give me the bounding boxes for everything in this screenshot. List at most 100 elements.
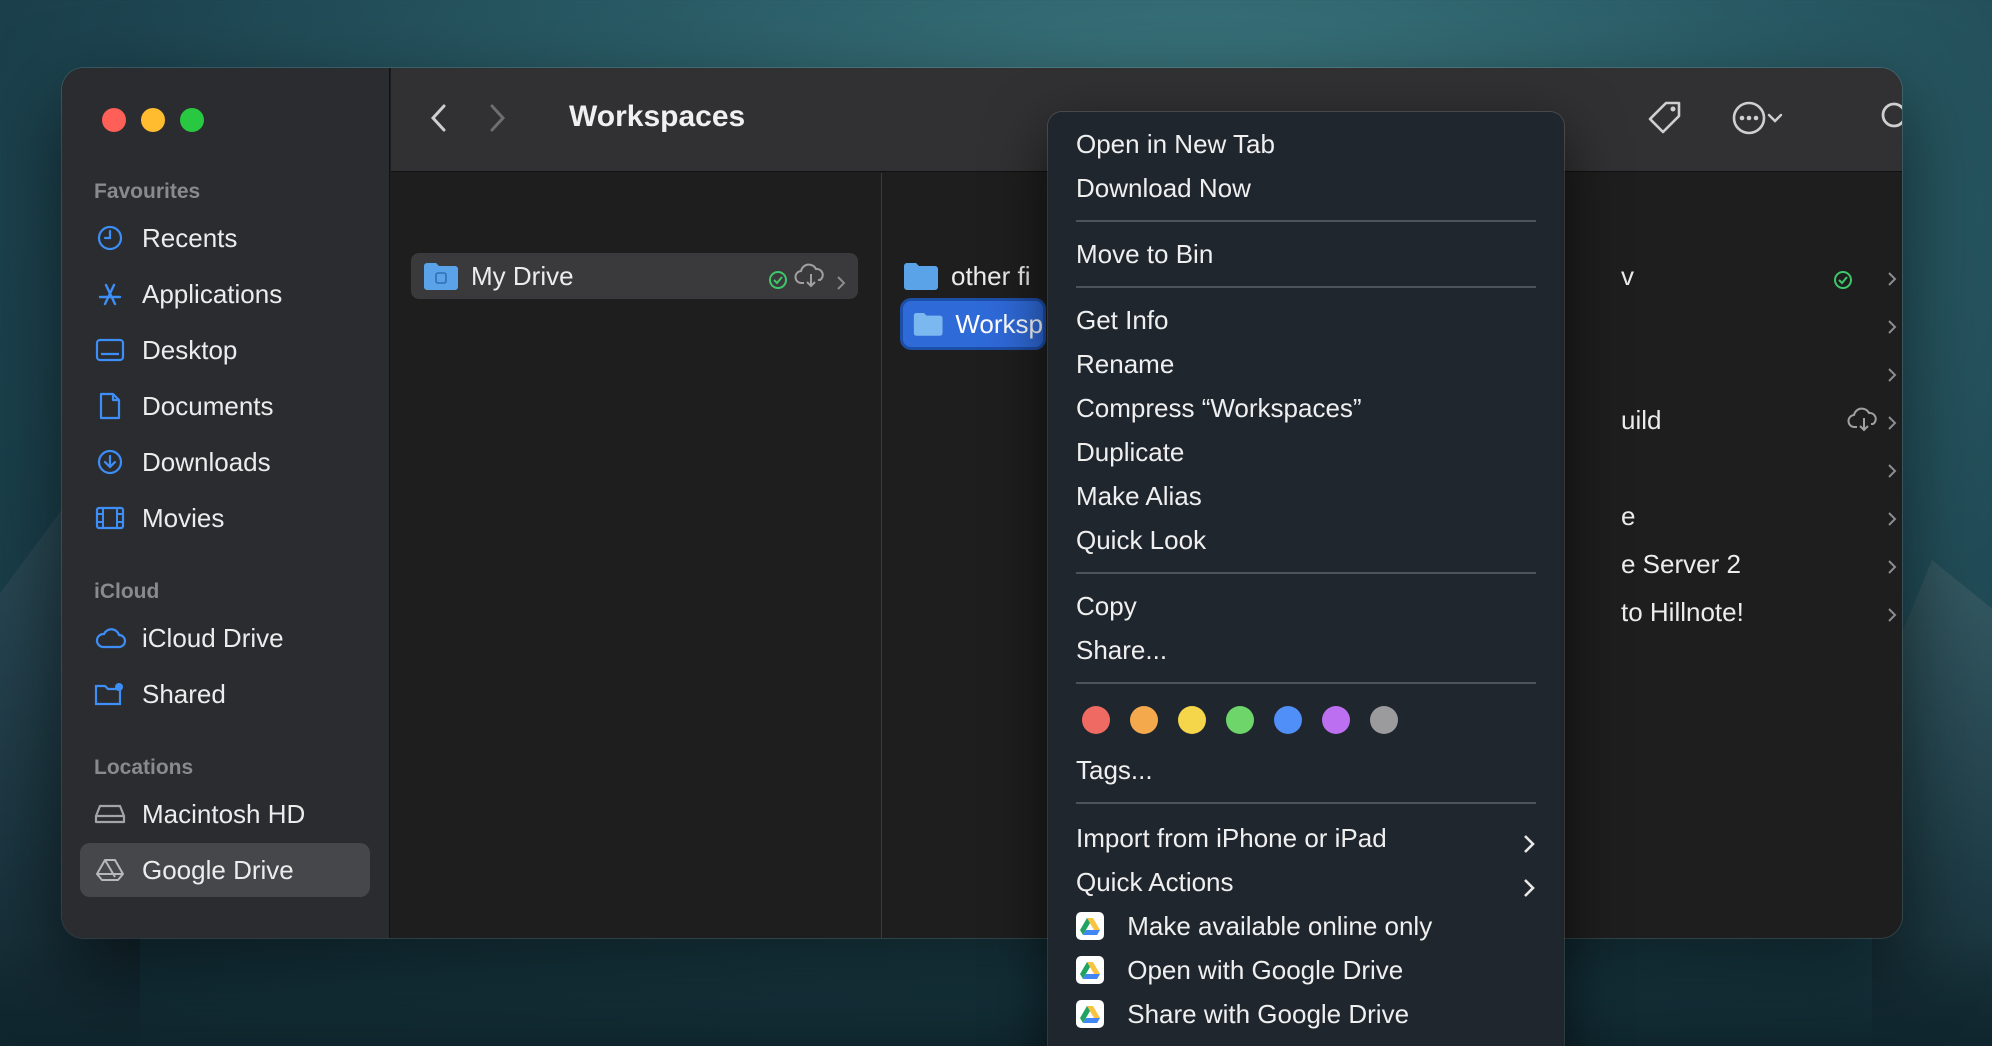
more-actions-button[interactable] — [1725, 98, 1789, 142]
sidebar-item-documents[interactable]: Documents — [80, 379, 370, 433]
wallpaper-ground — [0, 936, 1992, 1046]
sidebar-item-google-drive[interactable]: Google Drive — [80, 843, 370, 897]
tag-color-dot[interactable] — [1274, 706, 1302, 734]
menu-separator — [1076, 286, 1536, 288]
list-item[interactable]: e — [1621, 493, 1902, 539]
list-item[interactable] — [1621, 301, 1902, 347]
tag-color-dot[interactable] — [1226, 706, 1254, 734]
cloud-icon — [94, 622, 126, 654]
menu-item-compress[interactable]: Compress “Workspaces” — [1076, 388, 1536, 428]
sidebar-item-applications[interactable]: Applications — [80, 267, 370, 321]
menu-item-make-alias[interactable]: Make Alias — [1076, 476, 1536, 516]
sidebar-section-locations: Locations — [94, 756, 194, 779]
close-button[interactable] — [102, 108, 126, 132]
tag-color-dot[interactable] — [1370, 706, 1398, 734]
menu-item-quick-actions[interactable]: Quick Actions — [1076, 862, 1536, 902]
ellipsis-circle-icon — [1731, 100, 1767, 141]
menu-item-tags[interactable]: Tags... — [1076, 750, 1536, 790]
list-item-label: to Hillnote! — [1621, 596, 1744, 627]
menu-item-share[interactable]: Share... — [1076, 630, 1536, 670]
menu-item-move-to-bin[interactable]: Move to Bin — [1076, 234, 1536, 274]
context-menu: Open in New Tab Download Now Move to Bin… — [1048, 112, 1564, 1046]
list-item-label: e Server 2 — [1621, 548, 1741, 579]
forward-button[interactable] — [475, 98, 519, 142]
applications-icon — [94, 278, 126, 310]
menu-item-make-available-online-only[interactable]: Make available online only — [1076, 906, 1536, 946]
search-icon — [1879, 100, 1902, 141]
sidebar-item-movies[interactable]: Movies — [80, 491, 370, 545]
back-button[interactable] — [417, 98, 461, 142]
list-item-label: e — [1621, 500, 1636, 531]
synced-check-icon — [1833, 266, 1853, 297]
menu-item-open-in-new-tab[interactable]: Open in New Tab — [1076, 124, 1536, 164]
list-item-my-drive[interactable]: My Drive — [411, 253, 858, 299]
download-icon — [94, 446, 126, 478]
menu-item-label: Quick Actions — [1076, 867, 1234, 897]
window-controls — [102, 108, 204, 132]
chevron-right-icon — [1887, 359, 1897, 390]
sidebar-item-desktop[interactable]: Desktop — [80, 323, 370, 377]
sidebar-item-label: Macintosh HD — [142, 798, 306, 829]
sidebar-section-favourites: Favourites — [94, 180, 201, 203]
menu-item-rename[interactable]: Rename — [1076, 344, 1536, 384]
desktop-icon — [94, 334, 126, 366]
sidebar-item-label: iCloud Drive — [142, 622, 284, 653]
list-item[interactable] — [1621, 445, 1902, 491]
folder-icon — [904, 263, 938, 290]
chevron-right-icon — [1887, 551, 1897, 582]
google-drive-icon — [94, 854, 126, 886]
menu-item-share-with-google-drive[interactable]: Share with Google Drive — [1076, 994, 1536, 1034]
list-item[interactable]: v — [1621, 253, 1902, 299]
folder-icon — [913, 313, 943, 336]
chevron-right-icon — [1522, 870, 1536, 910]
minimize-button[interactable] — [141, 108, 165, 132]
list-item[interactable]: uild — [1621, 397, 1902, 443]
sidebar-item-downloads[interactable]: Downloads — [80, 435, 370, 489]
list-item-label: uild — [1621, 404, 1662, 435]
finder-window: Favourites Recents Applications Desktop … — [62, 68, 1902, 938]
chevron-right-icon — [1887, 407, 1897, 438]
menu-item-duplicate[interactable]: Duplicate — [1076, 432, 1536, 472]
sidebar-item-label: Google Drive — [142, 854, 294, 885]
list-item[interactable]: e Server 2 — [1621, 541, 1902, 587]
google-drive-icon — [1076, 955, 1104, 984]
google-drive-icon — [1076, 911, 1104, 940]
search-button[interactable] — [1875, 98, 1902, 142]
sidebar-item-icloud-drive[interactable]: iCloud Drive — [80, 611, 370, 665]
harddrive-icon — [94, 798, 126, 830]
tag-color-dot[interactable] — [1178, 706, 1206, 734]
menu-item-copy[interactable]: Copy — [1076, 586, 1536, 626]
column-divider — [881, 173, 882, 938]
chevron-right-icon — [1522, 826, 1536, 866]
sidebar-item-label: Shared — [142, 678, 226, 709]
google-drive-icon — [1076, 999, 1104, 1028]
sidebar-item-shared[interactable]: Shared — [80, 667, 370, 721]
zoom-button[interactable] — [180, 108, 204, 132]
tag-color-dot[interactable] — [1082, 706, 1110, 734]
list-item-label: Worksp — [955, 308, 1043, 339]
menu-separator — [1076, 682, 1536, 684]
menu-item-open-with-google-drive[interactable]: Open with Google Drive — [1076, 950, 1536, 990]
tag-color-dot[interactable] — [1130, 706, 1158, 734]
chevron-right-icon — [1887, 455, 1897, 486]
menu-item-quick-look[interactable]: Quick Look — [1076, 520, 1536, 560]
menu-item-label: Open with Google Drive — [1127, 955, 1404, 985]
chevron-right-icon — [1887, 599, 1897, 630]
menu-item-import-from-iphone[interactable]: Import from iPhone or iPad — [1076, 818, 1536, 858]
menu-separator — [1076, 802, 1536, 804]
list-item-label: My Drive — [471, 260, 574, 291]
list-item[interactable]: to Hillnote! — [1621, 589, 1902, 635]
menu-item-download-now[interactable]: Download Now — [1076, 168, 1536, 208]
document-icon — [94, 390, 126, 422]
tag-color-dot[interactable] — [1322, 706, 1350, 734]
menu-item-get-info[interactable]: Get Info — [1076, 300, 1536, 340]
sidebar-item-recents[interactable]: Recents — [80, 211, 370, 265]
sidebar-item-label: Movies — [142, 502, 225, 533]
film-icon — [94, 502, 126, 534]
list-item[interactable] — [1621, 349, 1902, 395]
chevron-right-icon — [1887, 503, 1897, 534]
sidebar-item-macintosh-hd[interactable]: Macintosh HD — [80, 787, 370, 841]
list-item-workspaces[interactable]: Worksp — [903, 301, 1043, 347]
tags-button[interactable] — [1643, 98, 1687, 142]
cloud-download-icon — [1847, 406, 1881, 441]
